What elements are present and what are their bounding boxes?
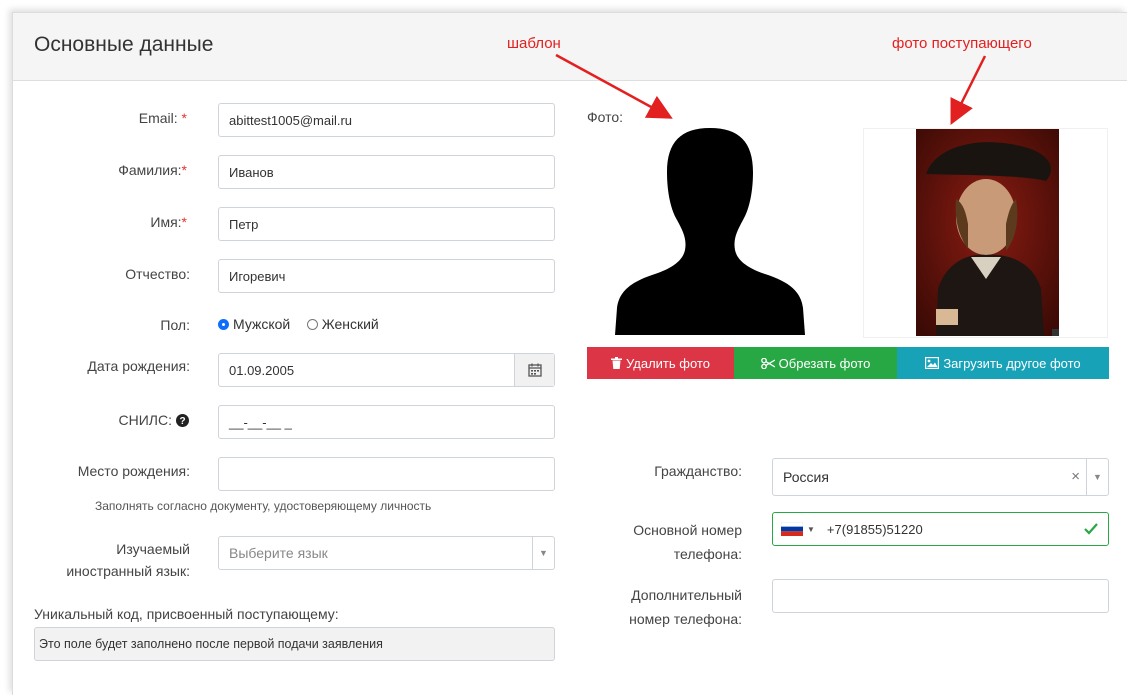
upload-photo-button[interactable]: Загрузить другое фото — [897, 347, 1109, 379]
gender-label: Пол: — [160, 317, 190, 333]
check-icon — [1084, 523, 1098, 535]
caret-down-icon: ▼ — [807, 524, 815, 534]
gender-male-radio[interactable]: Мужской — [218, 316, 290, 332]
citizenship-select[interactable]: Россия × ▼ — [772, 458, 1109, 496]
scissors-icon — [760, 357, 775, 369]
image-icon — [925, 357, 940, 369]
main-phone-label: Основной номер телефона: — [633, 522, 742, 562]
chevron-down-icon: ▼ — [1086, 459, 1108, 495]
svg-text:?: ? — [179, 416, 185, 427]
annotation-applicant-photo: фото поступающего — [892, 35, 1032, 52]
unique-code-value: Это поле будет заполнено после первой по… — [39, 637, 383, 651]
birth-date-value: 01.09.2005 — [229, 362, 295, 378]
chevron-down-icon: ▼ — [532, 537, 554, 569]
birth-place-label: Место рождения: — [77, 463, 190, 479]
question-circle-icon[interactable]: ? — [176, 413, 189, 427]
delete-photo-label: Удалить фото — [626, 355, 710, 371]
gender-radio-group: Мужской Женский — [218, 316, 391, 335]
birth-date-field[interactable]: 01.09.2005 — [218, 353, 555, 387]
last-name-value: Иванов — [229, 164, 274, 180]
birth-date-label: Дата рождения: — [87, 358, 190, 374]
gender-female-radio[interactable]: Женский — [306, 316, 379, 332]
main-phone-field[interactable]: ▼ +7(91855)51220 — [772, 512, 1109, 546]
citizenship-value: Россия — [783, 469, 829, 485]
first-name-value: Петр — [229, 216, 259, 232]
first-name-field[interactable]: Петр — [218, 207, 555, 241]
email-label: Email: * — [138, 110, 187, 126]
foreign-language-label: Изучаемый иностранный язык: — [66, 541, 190, 579]
crop-photo-label: Обрезать фото — [778, 355, 871, 371]
radio-unchecked-icon — [306, 318, 318, 330]
patronymic-field[interactable]: Игоревич — [218, 259, 555, 293]
page-title: Основные данные — [34, 33, 214, 56]
extra-phone-label: Дополнительный номер телефона: — [629, 587, 742, 627]
applicant-photo-frame — [863, 128, 1108, 338]
snils-field[interactable]: __-__-__ _ — [218, 405, 555, 439]
unique-code-field: Это поле будет заполнено после первой по… — [34, 627, 555, 661]
unique-code-label: Уникальный код, присвоенный поступающему… — [34, 606, 339, 622]
foreign-language-select[interactable]: Выберите язык ▼ — [218, 536, 555, 570]
last-name-field[interactable]: Иванов — [218, 155, 555, 189]
patronymic-label: Отчество: — [125, 266, 190, 282]
annotation-template: шаблон — [507, 35, 561, 52]
delete-photo-button[interactable]: Удалить фото — [587, 347, 734, 379]
calendar-icon[interactable] — [514, 354, 554, 386]
russia-flag-icon[interactable]: ▼ — [781, 522, 815, 536]
snils-label: СНИЛС: ? — [119, 412, 189, 428]
radio-checked-icon — [218, 318, 229, 330]
citizenship-label: Гражданство: — [654, 463, 742, 479]
snils-value: __-__-__ _ — [229, 414, 292, 430]
birth-place-field[interactable] — [218, 457, 555, 491]
foreign-language-placeholder: Выберите язык — [229, 545, 328, 561]
silhouette-placeholder-image — [615, 128, 805, 335]
extra-phone-field[interactable] — [772, 579, 1109, 613]
upload-photo-label: Загрузить другое фото — [943, 355, 1081, 371]
clear-icon[interactable]: × — [1071, 468, 1080, 485]
applicant-portrait-image[interactable] — [916, 129, 1059, 336]
crop-photo-button[interactable]: Обрезать фото — [734, 347, 897, 379]
email-field[interactable]: abittest1005@mail.ru — [218, 103, 555, 137]
first-name-label: Имя:* — [150, 214, 187, 230]
email-value: abittest1005@mail.ru — [229, 112, 353, 128]
birth-place-hint: Заполнять согласно документу, удостоверя… — [95, 499, 432, 513]
photo-label: Фото: — [587, 109, 624, 125]
trash-icon — [611, 357, 623, 369]
gender-female-label: Женский — [321, 316, 379, 332]
last-name-label: Фамилия:* — [118, 162, 187, 178]
main-phone-value: +7(91855)51220 — [826, 521, 923, 537]
gender-male-label: Мужской — [233, 316, 291, 332]
patronymic-value: Игоревич — [229, 268, 286, 284]
